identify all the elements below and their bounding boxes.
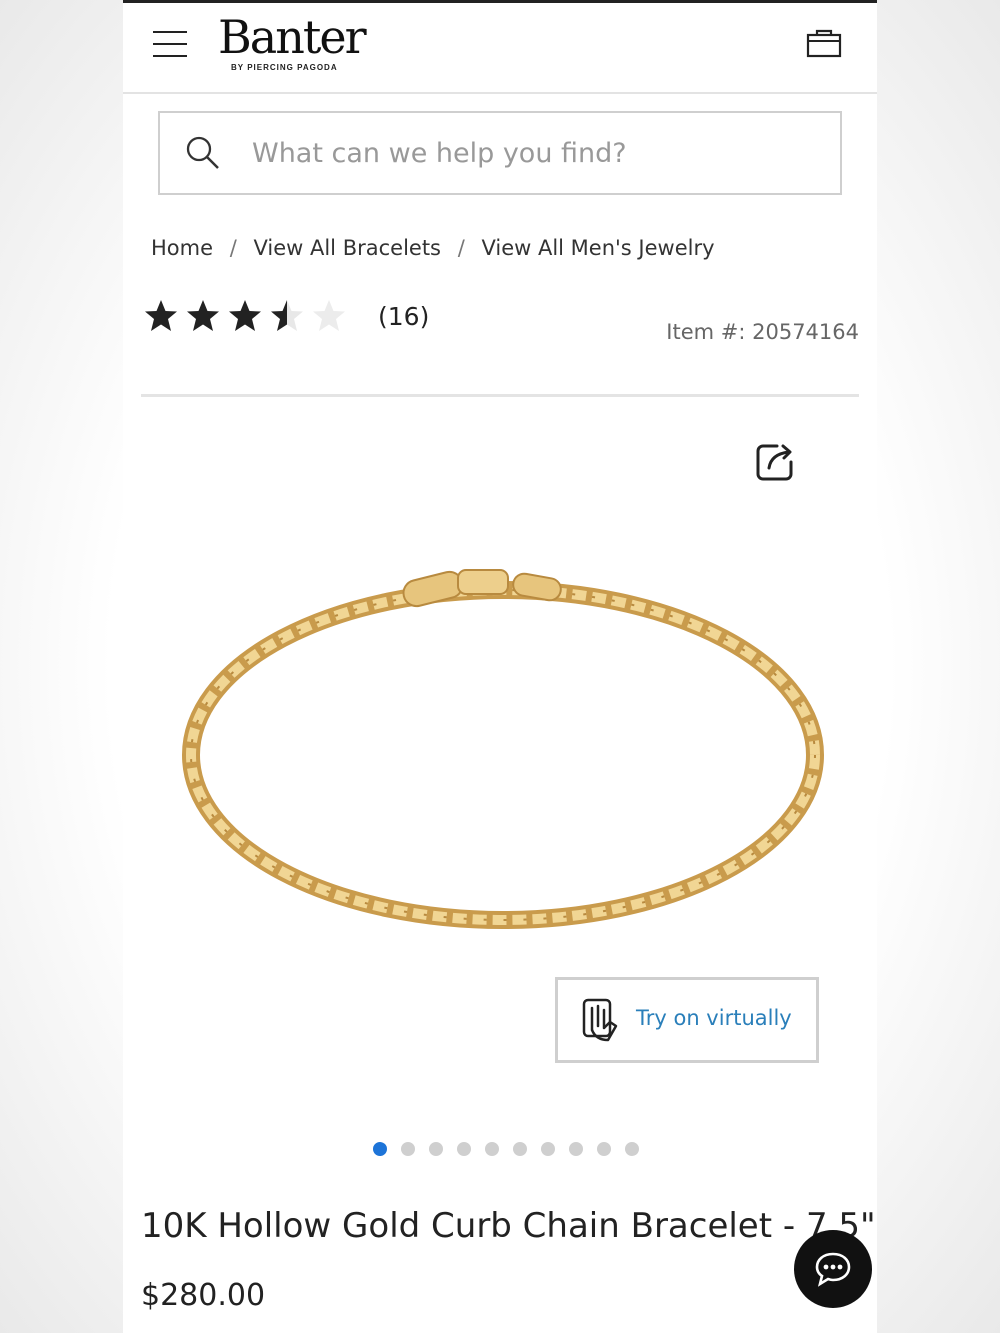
product-image[interactable]	[163, 540, 843, 960]
carousel-dot[interactable]	[513, 1142, 527, 1156]
star-icon	[145, 300, 177, 331]
carousel-dot[interactable]	[485, 1142, 499, 1156]
product-page: Banter BY PIERCING PAGODA Home / View Al…	[123, 0, 877, 1333]
site-header: Banter BY PIERCING PAGODA	[123, 3, 877, 94]
divider	[141, 394, 859, 397]
star-empty-icon	[313, 300, 345, 331]
carousel-dot[interactable]	[597, 1142, 611, 1156]
search-input[interactable]	[250, 129, 814, 177]
carousel-dot[interactable]	[373, 1142, 387, 1156]
search-icon	[186, 136, 219, 169]
breadcrumb-mens-jewelry[interactable]: View All Men's Jewelry	[481, 236, 714, 260]
breadcrumb-separator: /	[457, 236, 465, 260]
star-half-icon	[271, 300, 303, 331]
carousel-dot[interactable]	[401, 1142, 415, 1156]
brand-logo[interactable]: Banter BY PIERCING PAGODA	[218, 9, 367, 79]
breadcrumb-home[interactable]: Home	[151, 236, 213, 260]
share-icon[interactable]	[753, 440, 797, 484]
breadcrumb: Home / View All Bracelets / View All Men…	[151, 236, 715, 260]
carousel-dot[interactable]	[569, 1142, 583, 1156]
brand-name: Banter	[218, 10, 367, 64]
chat-icon	[815, 1252, 851, 1287]
chat-button[interactable]	[794, 1230, 872, 1308]
shopping-bag-icon[interactable]	[806, 27, 842, 59]
carousel-dot[interactable]	[429, 1142, 443, 1156]
product-title: 10K Hollow Gold Curb Chain Bracelet - 7.…	[141, 1206, 876, 1246]
hamburger-menu-icon[interactable]	[153, 31, 187, 59]
breadcrumb-separator: /	[229, 236, 237, 260]
item-number: Item #: 20574164	[666, 320, 859, 344]
breadcrumb-bracelets[interactable]: View All Bracelets	[253, 236, 441, 260]
star-icon	[229, 300, 261, 331]
carousel-dot[interactable]	[541, 1142, 555, 1156]
product-price: $280.00	[141, 1278, 266, 1313]
search-box[interactable]	[158, 111, 842, 195]
star-icon	[187, 300, 219, 331]
review-count[interactable]: (16)	[378, 302, 429, 331]
virtual-try-on-icon	[582, 998, 618, 1042]
try-on-label: Try on virtually	[636, 1006, 792, 1030]
carousel-dot[interactable]	[625, 1142, 639, 1156]
carousel-dot[interactable]	[457, 1142, 471, 1156]
try-on-virtually-button[interactable]: Try on virtually	[555, 977, 819, 1063]
